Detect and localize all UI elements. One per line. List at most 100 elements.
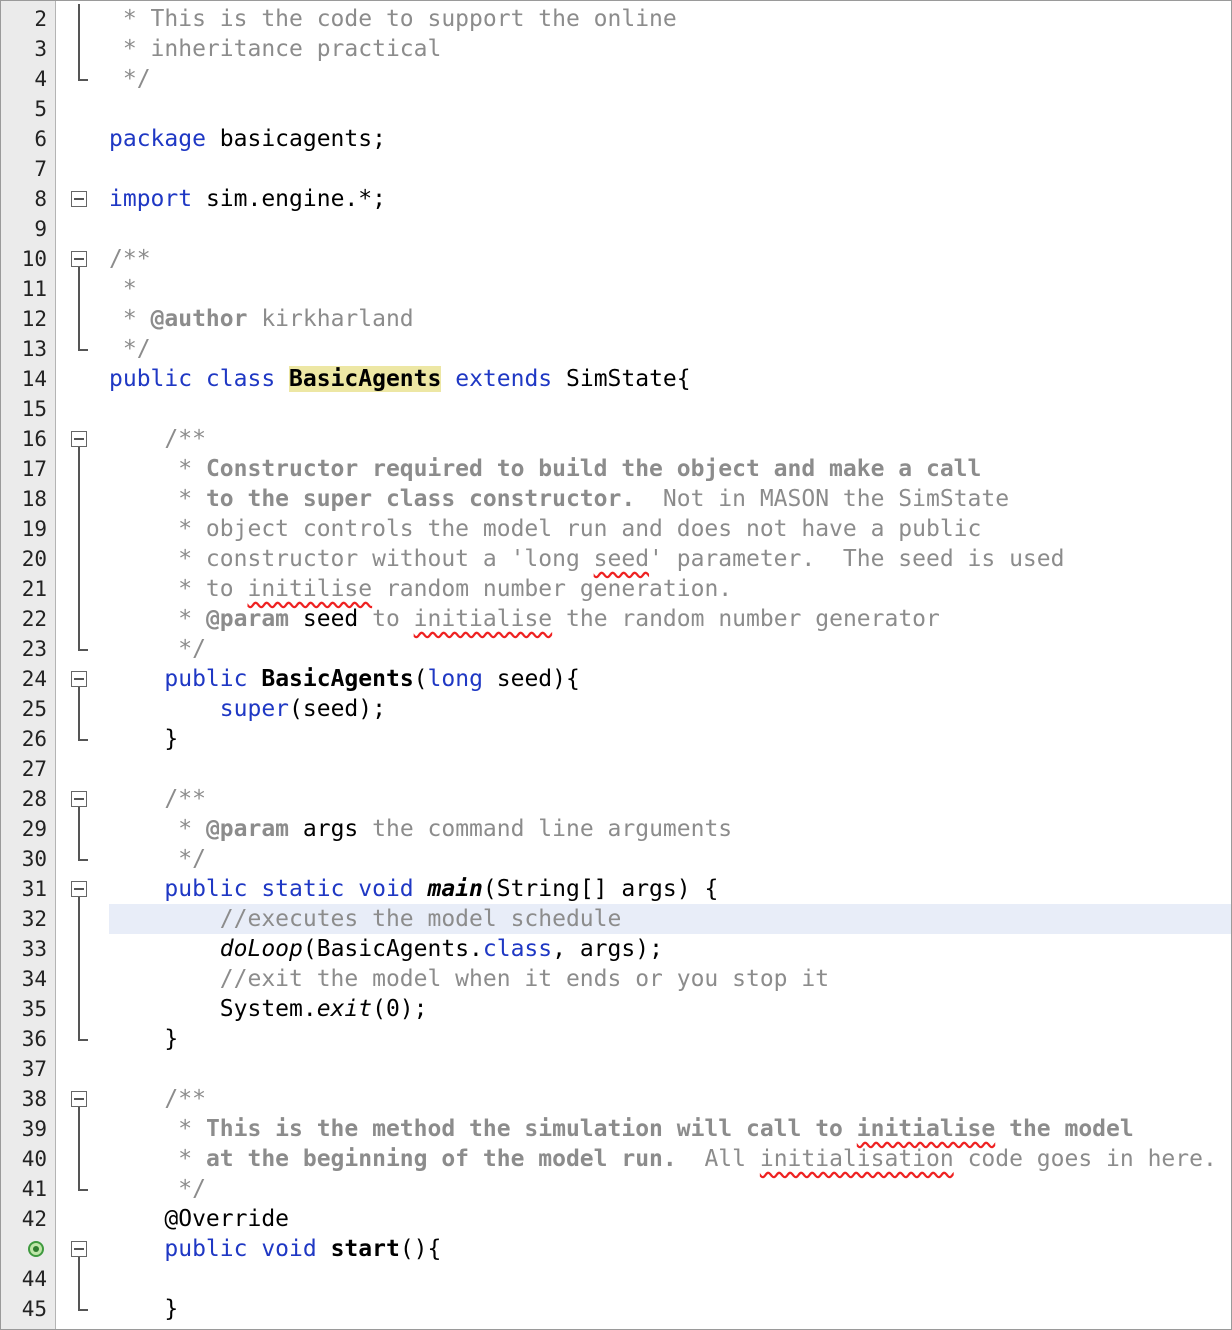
code-token: * bbox=[109, 1146, 206, 1172]
fold-end-marker bbox=[78, 1309, 88, 1311]
code-line[interactable]: /** bbox=[109, 784, 1231, 814]
code-token: /** bbox=[109, 246, 151, 272]
code-token: seed bbox=[593, 546, 650, 572]
line-number: 7 bbox=[34, 157, 47, 181]
code-line[interactable]: /** bbox=[109, 244, 1231, 274]
code-token: * bbox=[109, 306, 151, 332]
fold-end-marker bbox=[78, 79, 88, 81]
code-token: * bbox=[109, 456, 206, 482]
line-number: 17 bbox=[21, 457, 47, 481]
fold-guide-line bbox=[78, 897, 80, 1039]
code-line[interactable]: * This is the code to support the online bbox=[109, 4, 1231, 34]
code-line[interactable]: */ bbox=[109, 634, 1231, 664]
code-line[interactable] bbox=[109, 214, 1231, 244]
fold-collapse-icon[interactable] bbox=[71, 191, 87, 207]
line-number: 22 bbox=[21, 607, 47, 631]
code-editor[interactable]: 2 3 4 5 6 7 8 9 10 11 12 13 14 15 16 17 18 19 20 21 22 23 24 25… bbox=[0, 0, 1232, 1330]
code-line[interactable]: */ bbox=[109, 1174, 1231, 1204]
code-line[interactable]: */ bbox=[109, 334, 1231, 364]
code-line[interactable]: System.exit(0); bbox=[109, 994, 1231, 1024]
code-token: * This is the code to support the online bbox=[109, 6, 677, 32]
code-line[interactable]: } bbox=[109, 1024, 1231, 1054]
code-text-area[interactable]: * This is the code to support the online… bbox=[109, 1, 1231, 1329]
code-line[interactable]: */ bbox=[109, 64, 1231, 94]
code-token: } bbox=[109, 1026, 179, 1052]
line-number: 14 bbox=[21, 367, 47, 391]
line-number: 34 bbox=[21, 967, 47, 991]
code-line[interactable]: * at the beginning of the model run. All… bbox=[109, 1144, 1231, 1174]
fold-end-marker bbox=[78, 649, 88, 651]
code-line[interactable]: * This is the method the simulation will… bbox=[109, 1114, 1231, 1144]
code-token: , args); bbox=[552, 936, 663, 962]
code-line[interactable] bbox=[109, 1264, 1231, 1294]
code-line[interactable]: } bbox=[109, 724, 1231, 754]
fold-collapse-icon[interactable] bbox=[71, 431, 87, 447]
code-line[interactable]: /** bbox=[109, 424, 1231, 454]
code-token: (0); bbox=[372, 996, 428, 1022]
line-number: 6 bbox=[34, 127, 47, 151]
code-line[interactable]: * @author kirkharland bbox=[109, 304, 1231, 334]
code-token: kirkharland bbox=[247, 306, 414, 332]
code-line[interactable] bbox=[109, 1054, 1231, 1084]
line-number: 18 bbox=[21, 487, 47, 511]
code-line[interactable]: * inheritance practical bbox=[109, 34, 1231, 64]
code-line[interactable]: public class BasicAgents extends SimStat… bbox=[109, 364, 1231, 394]
code-line[interactable]: * object controls the model run and does… bbox=[109, 514, 1231, 544]
code-line[interactable]: //executes the model schedule bbox=[109, 904, 1231, 934]
code-token: the random number generator bbox=[552, 606, 940, 632]
code-token: (seed); bbox=[289, 696, 386, 722]
line-number: 20 bbox=[21, 547, 47, 571]
override-marker-icon[interactable] bbox=[28, 1241, 44, 1257]
code-line[interactable]: package basicagents; bbox=[109, 124, 1231, 154]
code-token: initialise bbox=[413, 606, 553, 632]
line-number: 9 bbox=[34, 217, 47, 241]
code-line[interactable]: /** bbox=[109, 1084, 1231, 1114]
code-token: sim.engine.*; bbox=[192, 186, 386, 212]
code-token: @param bbox=[205, 816, 290, 842]
code-line[interactable]: * to initilise random number generation. bbox=[109, 574, 1231, 604]
code-folding-column bbox=[56, 1, 106, 1329]
code-token: main bbox=[427, 876, 483, 902]
code-line[interactable] bbox=[109, 154, 1231, 184]
code-line[interactable]: */ bbox=[109, 844, 1231, 874]
code-token: All bbox=[676, 1146, 760, 1172]
fold-guide-line bbox=[78, 807, 80, 859]
code-line[interactable]: * @param args the command line arguments bbox=[109, 814, 1231, 844]
code-line[interactable] bbox=[109, 754, 1231, 784]
code-line[interactable] bbox=[109, 394, 1231, 424]
code-line[interactable]: super(seed); bbox=[109, 694, 1231, 724]
code-token: Constructor required to build the object… bbox=[205, 456, 982, 482]
code-line[interactable]: @Override bbox=[109, 1204, 1231, 1234]
fold-collapse-icon[interactable] bbox=[71, 791, 87, 807]
fold-guide-line bbox=[78, 267, 80, 349]
code-token: the command line arguments bbox=[358, 816, 733, 842]
code-line[interactable]: } bbox=[109, 1294, 1231, 1324]
code-line[interactable]: * bbox=[109, 274, 1231, 304]
code-token: the model bbox=[995, 1116, 1134, 1142]
fold-collapse-icon[interactable] bbox=[71, 1091, 87, 1107]
fold-collapse-icon[interactable] bbox=[71, 881, 87, 897]
code-line[interactable]: doLoop(BasicAgents.class, args); bbox=[109, 934, 1231, 964]
code-token: code goes in here. bbox=[953, 1146, 1217, 1172]
fold-collapse-icon[interactable] bbox=[71, 251, 87, 267]
code-line[interactable]: public static void main(String[] args) { bbox=[109, 874, 1231, 904]
code-line[interactable]: * to the super class constructor. Not in… bbox=[109, 484, 1231, 514]
code-line[interactable]: import sim.engine.*; bbox=[109, 184, 1231, 214]
line-number-gutter[interactable]: 2 3 4 5 6 7 8 9 10 11 12 13 14 15 16 17 18 19 20 21 22 23 24 25… bbox=[1, 1, 56, 1329]
code-line[interactable]: public BasicAgents(long seed){ bbox=[109, 664, 1231, 694]
line-number: 31 bbox=[21, 877, 47, 901]
code-line[interactable] bbox=[109, 94, 1231, 124]
code-token: * constructor without a 'long bbox=[109, 546, 594, 572]
code-token: ( bbox=[413, 666, 428, 692]
code-token: * bbox=[109, 1116, 206, 1142]
code-line[interactable]: public void start(){ bbox=[109, 1234, 1231, 1264]
fold-collapse-icon[interactable] bbox=[71, 671, 87, 687]
fold-collapse-icon[interactable] bbox=[71, 1241, 87, 1257]
code-line[interactable]: //exit the model when it ends or you sto… bbox=[109, 964, 1231, 994]
code-line[interactable]: * constructor without a 'long seed' para… bbox=[109, 544, 1231, 574]
code-line[interactable]: * Constructor required to build the obje… bbox=[109, 454, 1231, 484]
code-line[interactable]: * @param seed to initialise the random n… bbox=[109, 604, 1231, 634]
code-token: import bbox=[109, 186, 193, 212]
